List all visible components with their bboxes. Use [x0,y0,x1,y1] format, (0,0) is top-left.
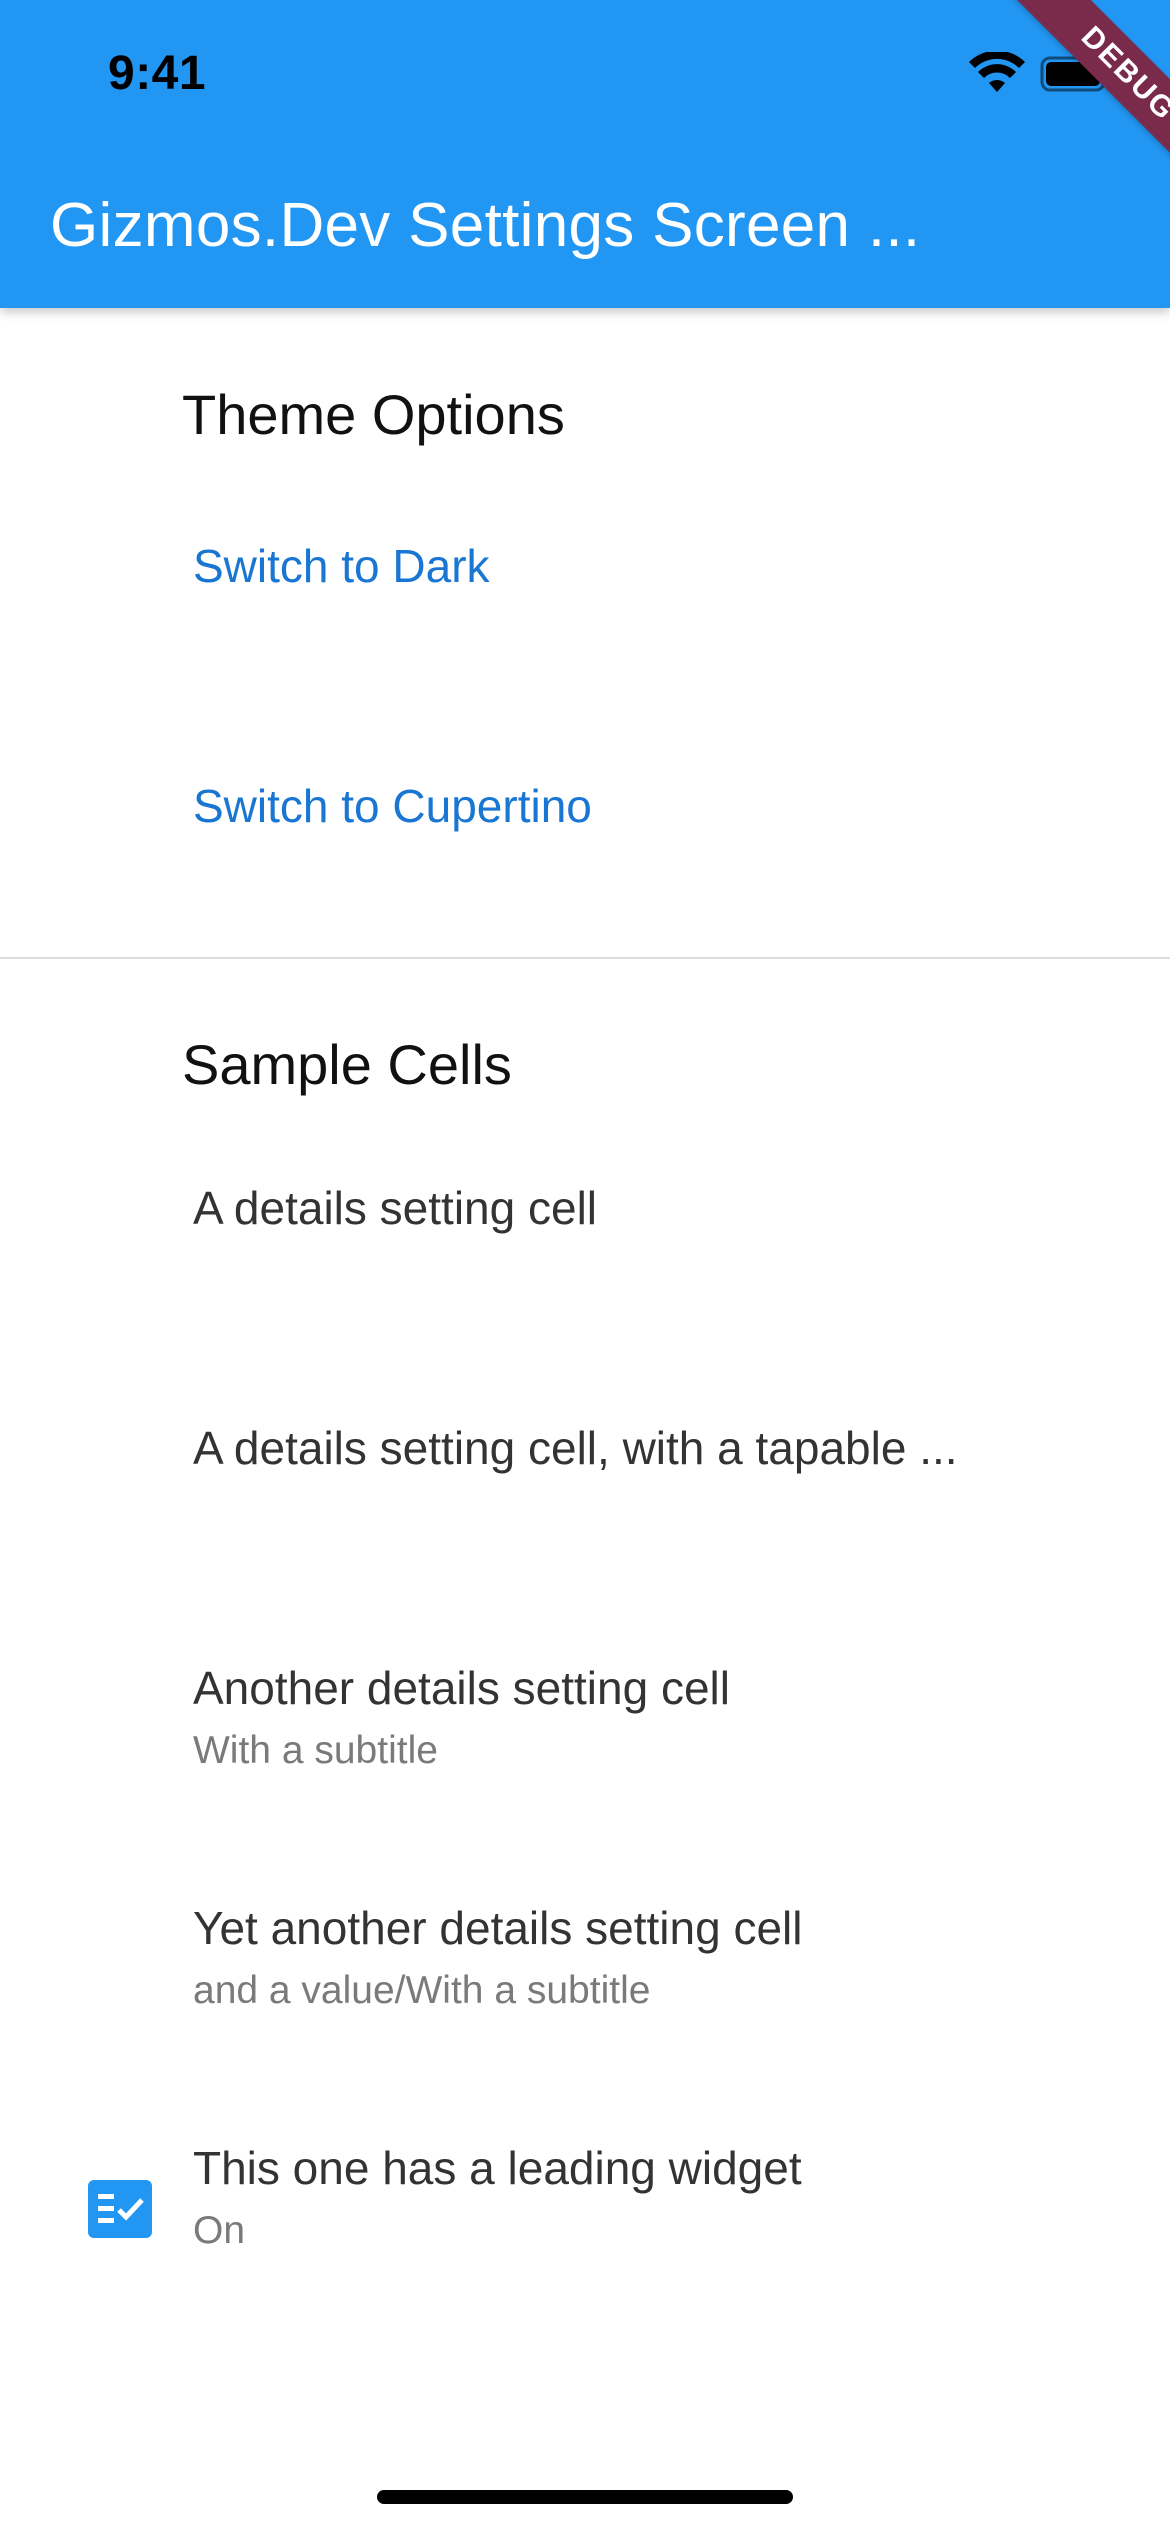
cell-subtitle: On [193,2209,246,2252]
tapable-details-setting-cell[interactable]: A details setting cell, with a tapable .… [0,1388,1170,1608]
settings-screen: 9:41 Gizmos.Dev Settings Screen ... DEBU… [0,0,1170,2532]
another-details-setting-cell[interactable]: Another details setting cell With a subt… [0,1628,1170,1848]
cell-subtitle: With a subtitle [193,1729,438,1772]
yet-another-details-setting-cell[interactable]: Yet another details setting cell and a v… [0,1868,1170,2088]
leading-widget-cell[interactable]: This one has a leading widget On [0,2108,1170,2328]
wifi-icon [969,52,1025,92]
switch-to-dark-link[interactable]: Switch to Dark [193,536,490,596]
status-time: 9:41 [108,47,207,100]
section-title-sample-cells: Sample Cells [182,1033,512,1096]
section-divider [0,957,1170,959]
cell-title: A details setting cell [193,1182,598,1234]
cell-title: Yet another details setting cell [193,1902,803,1954]
switch-to-cupertino-link[interactable]: Switch to Cupertino [193,776,592,836]
app-bar: 9:41 Gizmos.Dev Settings Screen ... [0,0,1170,308]
cell-title: A details setting cell, with a tapable .… [193,1422,958,1474]
details-setting-cell[interactable]: A details setting cell [0,1148,1170,1368]
switch-to-dark-cell[interactable]: Switch to Dark [0,496,1170,696]
settings-list[interactable]: Theme Options Switch to Dark Switch to C… [0,308,1170,2428]
section-title-theme-options: Theme Options [182,383,565,446]
home-indicator[interactable] [377,2490,793,2504]
switch-to-cupertino-cell[interactable]: Switch to Cupertino [0,736,1170,936]
checklist-icon [88,2180,152,2238]
cell-title: Another details setting cell [193,1662,730,1714]
cell-subtitle: and a value/With a subtitle [193,1969,651,2012]
cell-title: This one has a leading widget [193,2142,802,2194]
app-bar-title: Gizmos.Dev Settings Screen ... [50,191,921,260]
